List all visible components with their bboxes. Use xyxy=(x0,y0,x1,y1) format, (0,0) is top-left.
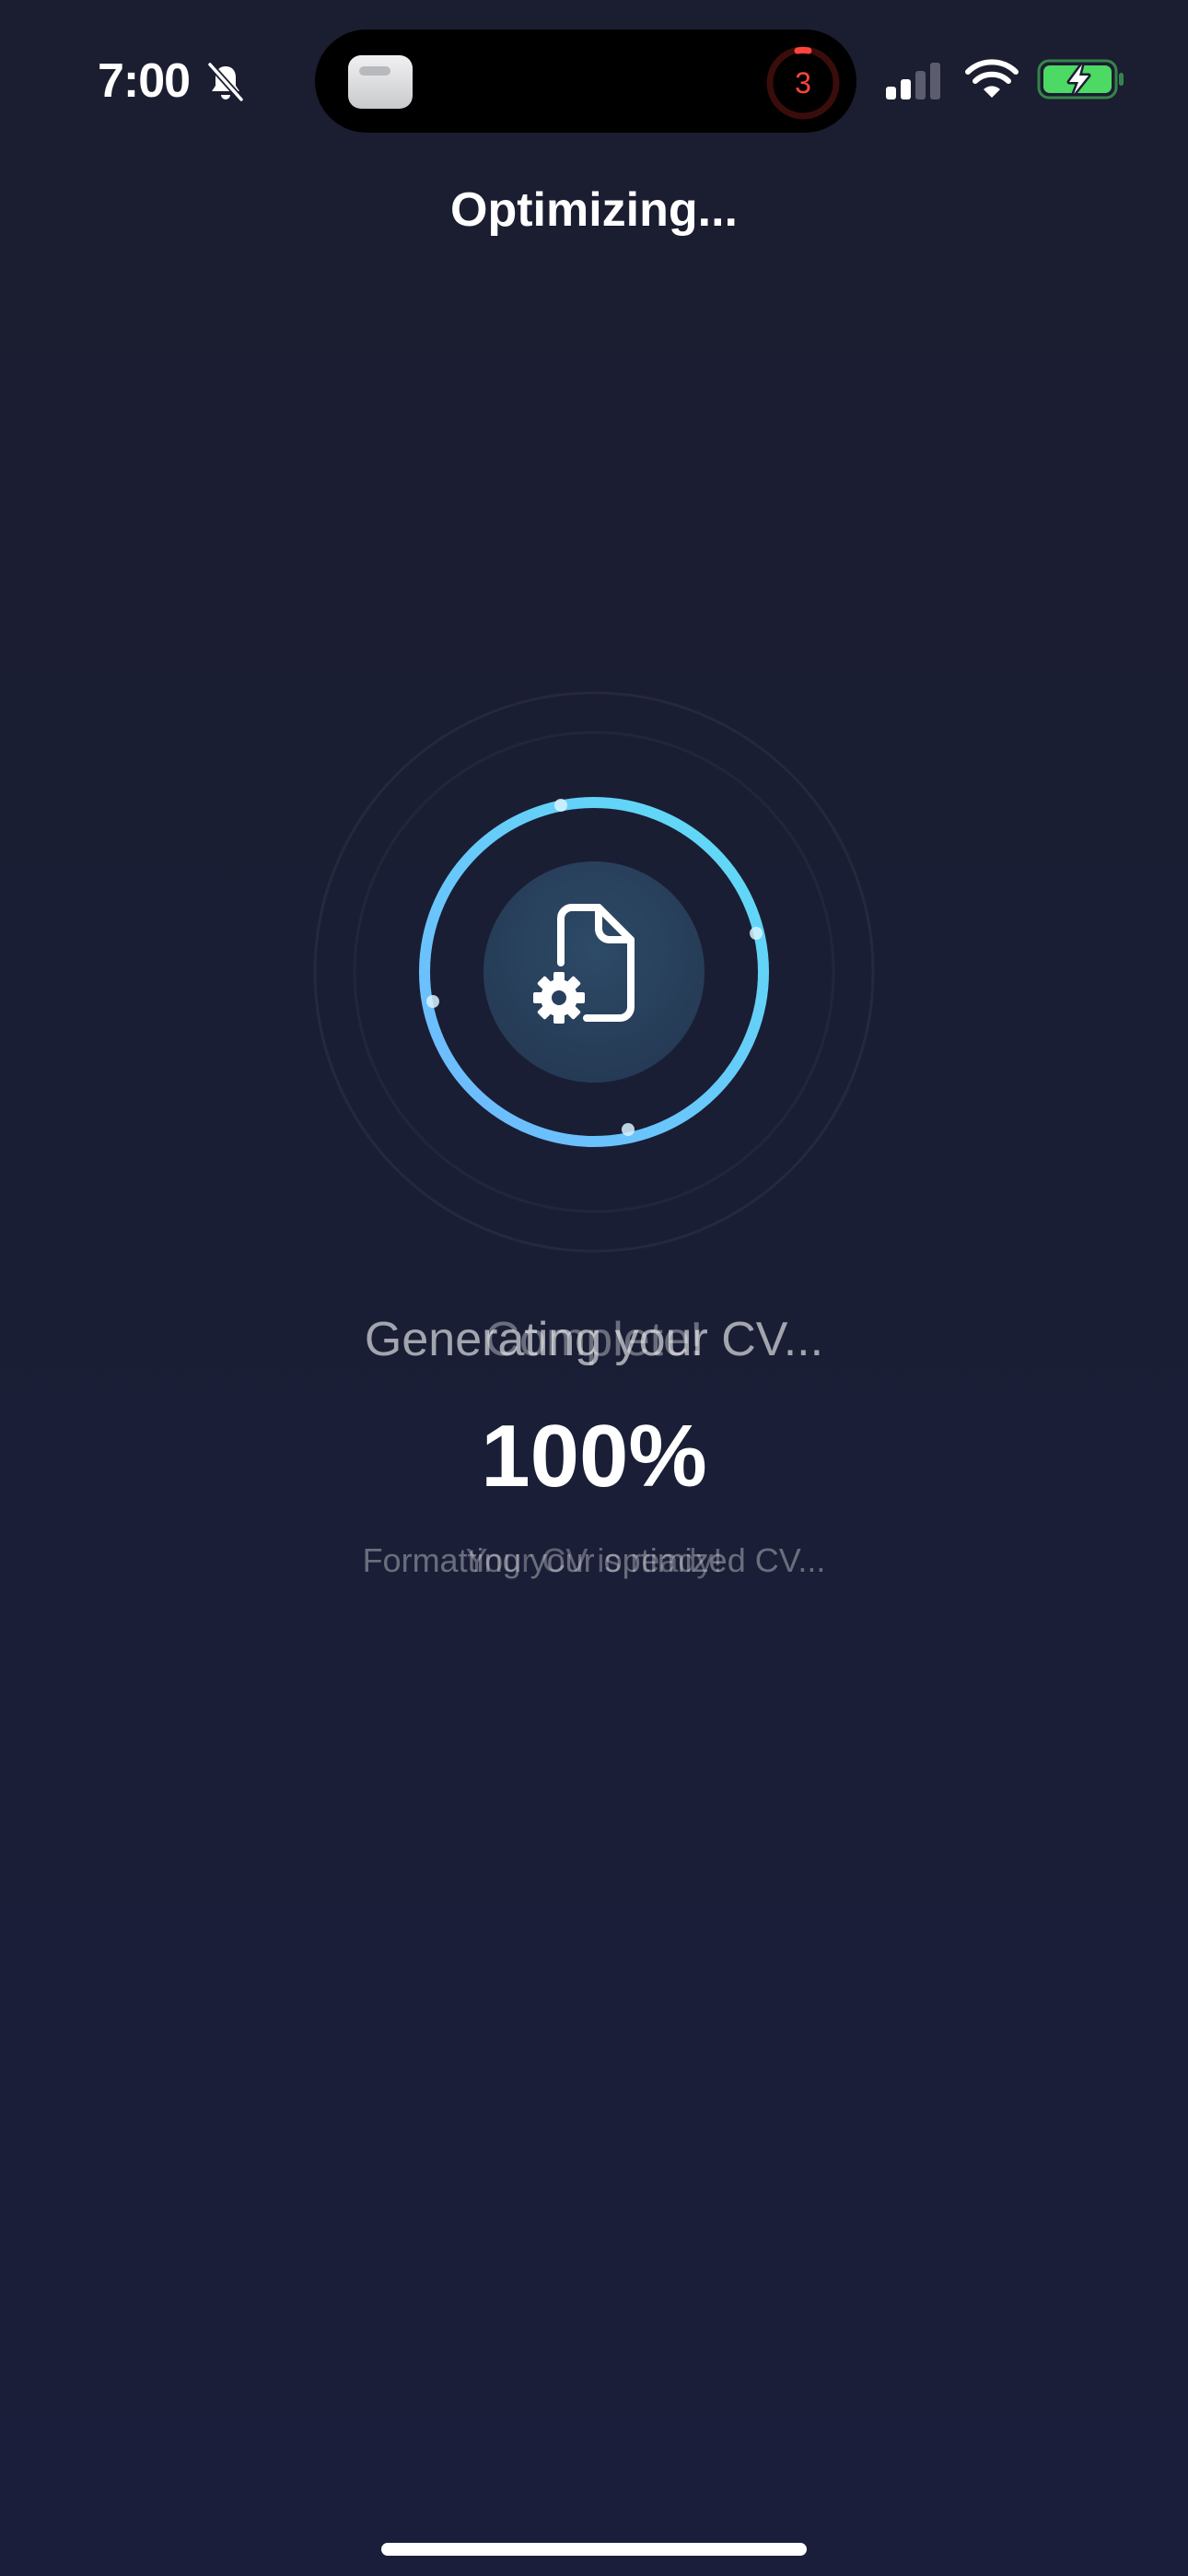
progress-percent: 100% xyxy=(481,1407,707,1505)
signal-icon xyxy=(886,63,940,100)
gear-glyph xyxy=(533,972,585,1024)
page-title: Optimizing... xyxy=(450,183,738,237)
loader-core xyxy=(483,861,705,1083)
app-icon[interactable] xyxy=(348,55,413,109)
ring-dot xyxy=(554,799,567,812)
ring-dot xyxy=(750,927,763,940)
ring-dot xyxy=(622,1123,635,1136)
bell-slash-icon xyxy=(207,62,244,102)
wifi-icon xyxy=(965,59,1019,98)
status-time: 7:00 xyxy=(98,54,191,108)
ring-dot xyxy=(426,995,439,1008)
status-subtext-ready: Your CV is ready! xyxy=(465,1541,723,1579)
home-indicator[interactable] xyxy=(381,2543,807,2556)
progress-loader xyxy=(313,691,875,1253)
timer-count: 3 xyxy=(795,66,811,100)
battery-charging-icon xyxy=(1037,59,1124,100)
status-heading-complete: Complete! xyxy=(484,1313,704,1366)
